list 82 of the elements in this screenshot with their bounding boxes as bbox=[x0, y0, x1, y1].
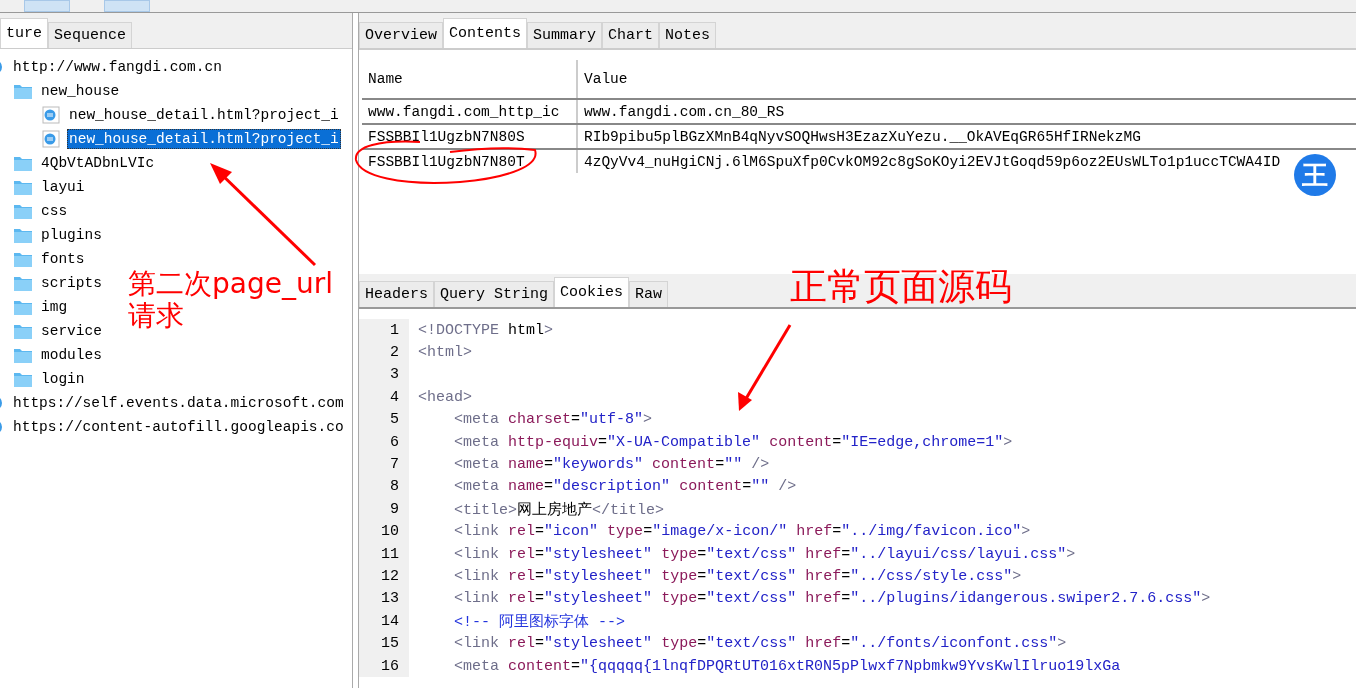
detail-tab[interactable]: Notes bbox=[659, 22, 717, 48]
code-line: <!DOCTYPE html> bbox=[417, 321, 554, 339]
table-cell: FSSBBIl1UgzbN7N80T bbox=[362, 150, 578, 173]
line-number: 7 bbox=[359, 453, 409, 476]
code-line: <link rel="stylesheet" type="text/css" href="../layui/css/layui.css"> bbox=[453, 545, 1076, 563]
folder-icon bbox=[13, 370, 33, 388]
tree-item[interactable]: new_house_detail.html?project_i bbox=[67, 105, 341, 125]
tree-item[interactable]: scripts bbox=[39, 273, 104, 293]
response-tab[interactable]: Cookies bbox=[554, 277, 630, 307]
line-number: 9 bbox=[359, 498, 409, 521]
line-number: 3 bbox=[359, 363, 409, 387]
code-line: <link rel="stylesheet" type="text/css" href="../css/style.css"> bbox=[453, 568, 1022, 585]
tree-item[interactable]: http://www.fangdi.com.cn bbox=[11, 57, 224, 77]
line-number: 16 bbox=[359, 654, 409, 678]
tree-item[interactable]: new_house_detail.html?project_i bbox=[67, 129, 341, 149]
response-tab[interactable]: Raw bbox=[629, 281, 669, 307]
table-cell: www.fangdi.com_http_ic bbox=[362, 100, 578, 123]
tree-item[interactable]: plugins bbox=[39, 225, 104, 245]
folder-icon bbox=[13, 274, 33, 292]
tree-item[interactable]: modules bbox=[39, 345, 104, 365]
folder-icon bbox=[13, 322, 33, 340]
line-number: 8 bbox=[359, 475, 409, 499]
line-number: 4 bbox=[359, 386, 409, 409]
folder-icon bbox=[13, 298, 33, 316]
code-line: <link rel="stylesheet" type="text/css" href="../fonts/iconfont.css"> bbox=[453, 635, 1067, 653]
response-tab[interactable]: Headers bbox=[359, 281, 434, 307]
table-cell: FSSBBIl1UgzbN7N80S bbox=[362, 125, 578, 148]
table-cell-text: www.fangdi.com.cn_80_RS bbox=[583, 102, 786, 122]
tree-item[interactable]: 4QbVtADbnLVIc bbox=[39, 153, 157, 173]
annotation-text: 第二次page_url请求 bbox=[128, 268, 334, 333]
view-tab[interactable]: ture bbox=[0, 18, 48, 48]
detail-tab[interactable]: Overview bbox=[359, 22, 443, 48]
code-line: <html> bbox=[417, 344, 473, 362]
line-number: 10 bbox=[359, 520, 409, 543]
file-icon bbox=[41, 106, 61, 124]
table-cell-text: RIb9pibu5plBGzXMnB4qNyvSOQHwsH3EzazXuYezu.__OkAVEqGR65HfIRNekzMG bbox=[583, 127, 1142, 147]
line-number: 5 bbox=[359, 408, 409, 431]
tree-item[interactable]: service bbox=[39, 321, 104, 341]
code-line: <link rel="icon" type="image/x-icon/" href="../img/favicon.ico"> bbox=[453, 523, 1031, 541]
code-line: <link rel="stylesheet" type="text/css" href="../plugins/idangerous.swiper2.7.6.css"> bbox=[453, 590, 1211, 608]
view-tab[interactable]: Sequence bbox=[48, 22, 133, 48]
folder-icon bbox=[13, 226, 33, 244]
column-header[interactable]: Name bbox=[362, 60, 578, 98]
table-cell-text: 4zQyVv4_nuHgiCNj.6lM6SpuXfp0CvkOM92c8gSoKOyi2EVJtGoqd59p6oz2EUsWLTo1p1uccTCWA4ID bbox=[583, 152, 1282, 172]
line-number: 12 bbox=[359, 565, 409, 588]
code-line: <meta http-equiv="X-UA-Compatible" content="IE=edge,chrome=1"> bbox=[453, 433, 1013, 451]
code-line: <meta content="{qqqqq{1lnqfDPQRtUT016xtR0N5pPlwxf7Npbmkw9YvsKwlIlruo19lxGa bbox=[453, 657, 1121, 675]
tree-item[interactable]: img bbox=[39, 297, 70, 317]
column-header[interactable]: Value bbox=[578, 60, 1356, 98]
tree-item[interactable]: fonts bbox=[39, 249, 87, 269]
folder-icon bbox=[13, 154, 33, 172]
code-line: <title>网上房地产</title> bbox=[453, 500, 665, 519]
tree-item[interactable]: login bbox=[39, 369, 87, 389]
folder-icon bbox=[13, 346, 33, 364]
line-number: 14 bbox=[359, 610, 409, 633]
response-tab[interactable]: Query String bbox=[434, 281, 555, 307]
file-icon bbox=[41, 130, 61, 148]
floating-badge[interactable]: 王 bbox=[1294, 154, 1336, 196]
annotation-text: 正常页面源码 bbox=[790, 264, 1012, 310]
line-number: 6 bbox=[359, 430, 409, 454]
tree-item[interactable]: https://content-autofill.googleapis.co bbox=[11, 417, 346, 437]
folder-icon bbox=[13, 250, 33, 268]
code-line: <meta name="keywords" content="" /> bbox=[453, 456, 770, 474]
folder-icon bbox=[13, 202, 33, 220]
code-line: <meta name="description" content="" /> bbox=[453, 478, 797, 496]
line-number: 1 bbox=[359, 319, 409, 342]
folder-icon bbox=[13, 178, 33, 196]
detail-tab[interactable]: Contents bbox=[443, 18, 528, 48]
line-number: 15 bbox=[359, 632, 409, 655]
tree-item[interactable]: layui bbox=[39, 177, 87, 197]
line-number: 2 bbox=[359, 341, 409, 364]
line-number: 13 bbox=[359, 587, 409, 611]
code-line: <!-- 阿里图标字体 --> bbox=[453, 612, 626, 631]
code-line: <head> bbox=[417, 388, 473, 406]
line-number: 11 bbox=[359, 542, 409, 566]
code-line: <meta charset="utf-8"> bbox=[453, 411, 653, 429]
detail-tab[interactable]: Chart bbox=[602, 22, 660, 48]
folder-icon bbox=[13, 82, 33, 100]
tree-item[interactable]: new_house bbox=[39, 81, 122, 101]
tree-item[interactable]: https://self.events.data.microsoft.com bbox=[11, 393, 346, 413]
detail-tab[interactable]: Summary bbox=[527, 22, 603, 48]
tree-item[interactable]: css bbox=[39, 201, 70, 221]
